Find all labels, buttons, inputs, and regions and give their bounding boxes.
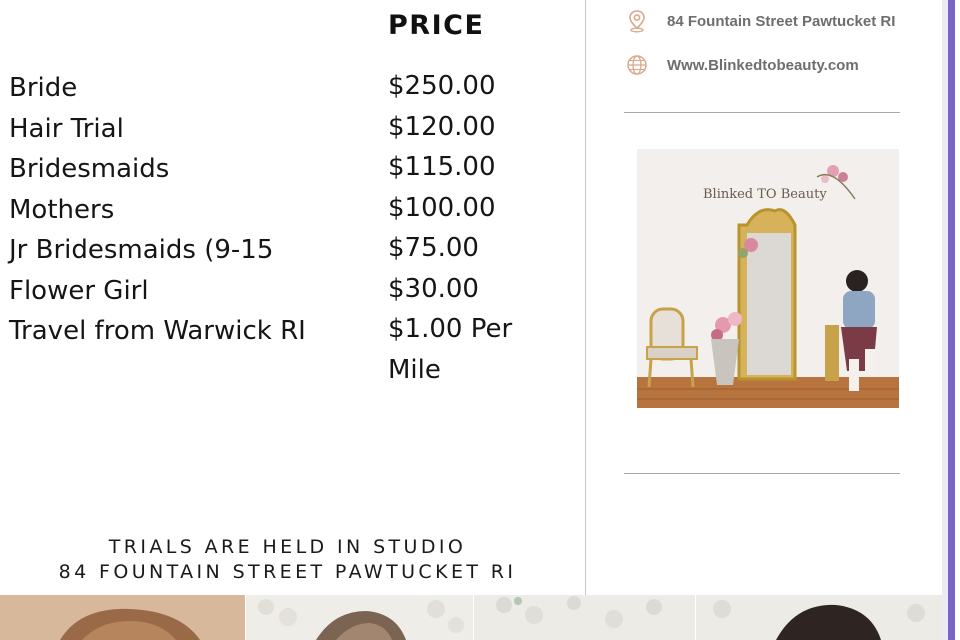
studio-sign: Blinked TO Beauty [703, 187, 827, 202]
service-price: $75.00 [388, 233, 479, 263]
hair-photo-4 [696, 595, 942, 640]
contact-panel: 84 Fountain Street Pawtucket RI Www.Blin… [586, 0, 942, 598]
divider-top [624, 112, 900, 113]
service-name: Bridesmaids [9, 154, 170, 184]
service-price: $120.00 [388, 111, 496, 142]
service-prices: $250.00 $120.00 $115.00 $100.00 $75.00 $… [388, 66, 548, 390]
service-price: $250.00 [388, 71, 496, 101]
service-price: $30.00 [388, 273, 479, 304]
service-price: $1.00 Per Mile [388, 314, 513, 385]
address-row: 84 Fountain Street Pawtucket RI [626, 10, 896, 33]
service-name: Jr Bridesmaids (9-15 [9, 235, 274, 265]
service-price: $115.00 [388, 152, 496, 182]
service-name: Mothers [9, 194, 115, 225]
photo-strip [0, 595, 942, 640]
trials-note-line2: 84 FOUNTAIN STREET PAWTUCKET RI [58, 561, 517, 583]
hair-photo-3 [474, 595, 695, 640]
service-name: Bride [9, 73, 78, 103]
service-name: Travel from Warwick RI [9, 316, 306, 346]
address-text: 84 Fountain Street Pawtucket RI [667, 12, 896, 30]
studio-photo: Blinked TO Beauty [637, 149, 899, 408]
service-price: $100.00 [388, 192, 496, 223]
divider-bottom [624, 473, 900, 474]
accent-bar [948, 0, 955, 640]
hair-photo-1 [0, 595, 245, 640]
trials-note-line1: TRIALS ARE HELD IN STUDIO [108, 536, 467, 558]
price-list-panel: PRICE Bride Hair Trial Bridesmaids Mothe… [0, 0, 585, 595]
price-header: PRICE [388, 10, 485, 41]
trials-note: TRIALS ARE HELD IN STUDIO 84 FOUNTAIN ST… [0, 535, 575, 585]
service-names: Bride Hair Trial Bridesmaids Mothers Jr … [9, 68, 306, 352]
globe-icon [626, 54, 648, 76]
service-name: Hair Trial [9, 113, 124, 144]
service-name: Flower Girl [9, 275, 149, 306]
website-row[interactable]: Www.Blinkedtobeauty.com [626, 54, 859, 76]
website-link[interactable]: Www.Blinkedtobeauty.com [667, 57, 859, 74]
hair-photo-2 [246, 595, 473, 640]
location-pin-icon [626, 10, 648, 33]
